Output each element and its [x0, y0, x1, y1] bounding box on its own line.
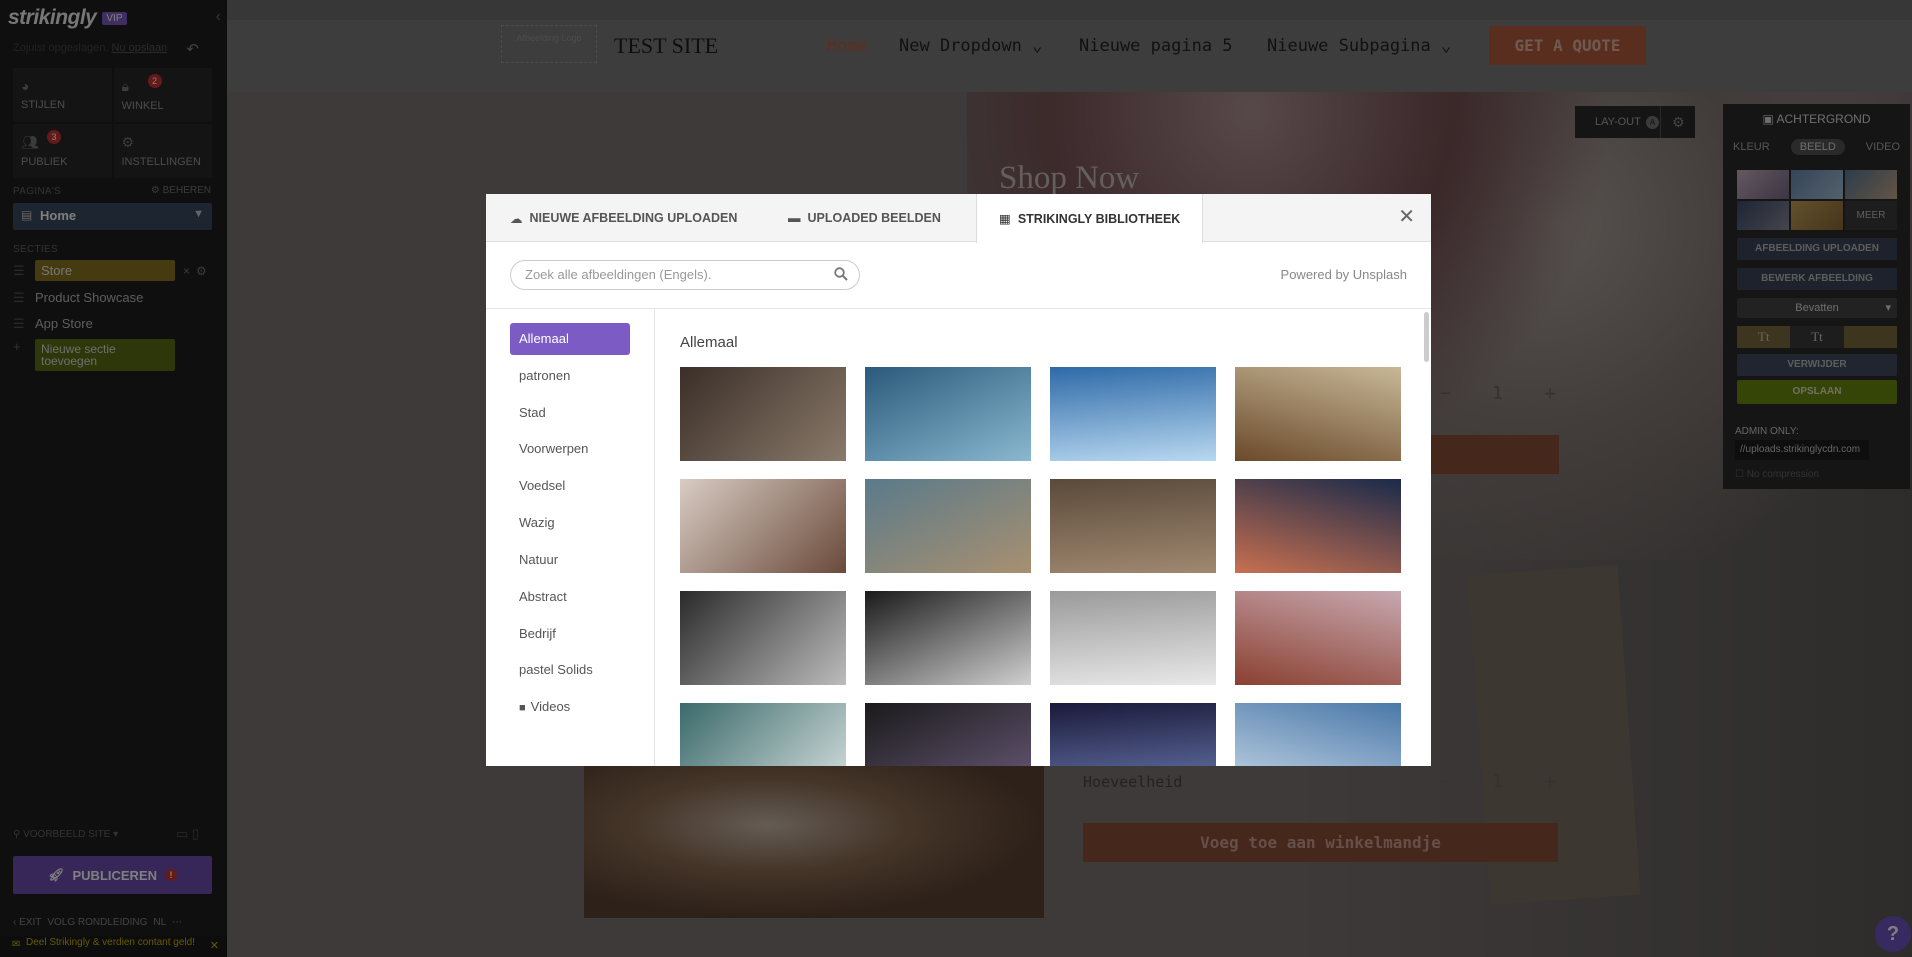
- scrollbar[interactable]: [1424, 312, 1429, 362]
- category-voedsel[interactable]: Voedsel: [510, 470, 630, 502]
- thumbnail-blue-skyscrapers[interactable]: [865, 367, 1031, 461]
- thumbnail-ferris-wheel-sky[interactable]: [1050, 367, 1216, 461]
- tab-strikingly-library[interactable]: ▦ STRIKINGLY BIBLIOTHEEK: [976, 194, 1204, 243]
- powered-by-unsplash[interactable]: Powered by Unsplash: [1281, 267, 1407, 282]
- search-placeholder: Zoek alle afbeeldingen (Engels).: [525, 267, 712, 282]
- tab-label: STRIKINGLY BIBLIOTHEEK: [1017, 211, 1181, 226]
- tab-label: NIEUWE AFBEELDING UPLOADEN: [529, 211, 738, 225]
- thumbnail-bicycle-alley[interactable]: [680, 479, 846, 573]
- thumbnail-light-trails-highway[interactable]: [1235, 479, 1401, 573]
- folder-icon: ▬: [788, 211, 801, 225]
- modal-tabs: ☁ NIEUWE AFBEELDING UPLOADEN ▬ UPLOADED …: [486, 194, 1431, 243]
- category-allemaal[interactable]: Allemaal: [510, 323, 630, 355]
- tab-upload-new-image[interactable]: ☁ NIEUWE AFBEELDING UPLOADEN: [488, 194, 759, 242]
- thumbnail-golden-gate-bridge[interactable]: [1235, 367, 1401, 461]
- thumbnail-foggy-skyline-bw[interactable]: [1050, 591, 1216, 685]
- thumbnail-steel-bridge-arches[interactable]: [865, 479, 1031, 573]
- category-list: Allemaal patronen Stad Voorwerpen Voedse…: [486, 309, 655, 766]
- tab-label: UPLOADED BEELDEN: [807, 211, 941, 225]
- thumbnail-waterfront-city[interactable]: [1235, 703, 1401, 766]
- image-library-modal: ☁ NIEUWE AFBEELDING UPLOADEN ▬ UPLOADED …: [486, 194, 1431, 766]
- cloud-upload-icon: ☁: [510, 211, 523, 226]
- thumbnail-dark-tower-corner[interactable]: [865, 703, 1031, 766]
- thumbnail-city-street-buildings[interactable]: [680, 367, 846, 461]
- thumbnail-hazy-city-skyline[interactable]: [1050, 479, 1216, 573]
- tab-uploaded-images[interactable]: ▬ UPLOADED BEELDEN: [766, 194, 963, 242]
- close-icon[interactable]: ✕: [1398, 207, 1415, 227]
- category-pastel-solids[interactable]: pastel Solids: [510, 654, 630, 686]
- thumbnail-blue-glass-facade[interactable]: [1050, 703, 1216, 766]
- category-patronen[interactable]: patronen: [510, 360, 630, 392]
- search-input[interactable]: Zoek alle afbeeldingen (Engels).: [510, 260, 860, 290]
- search-icon[interactable]: [834, 267, 848, 281]
- gallery-heading: Allemaal: [680, 334, 738, 351]
- category-stad[interactable]: Stad: [510, 397, 630, 429]
- category-videos[interactable]: ■ Videos: [510, 691, 630, 723]
- category-voorwerpen[interactable]: Voorwerpen: [510, 433, 630, 465]
- category-natuur[interactable]: Natuur: [510, 544, 630, 576]
- category-abstract[interactable]: Abstract: [510, 581, 630, 613]
- video-camera-icon: ■: [519, 702, 526, 714]
- category-bedrijf[interactable]: Bedrijf: [510, 618, 630, 650]
- category-label: Videos: [530, 699, 571, 714]
- thumbnail-colorful-mural-building[interactable]: [1235, 591, 1401, 685]
- thumbnail-tower-looking-up-bw[interactable]: [865, 591, 1031, 685]
- thumbnail-glass-gherkin-tower[interactable]: [680, 703, 846, 766]
- thumbnail-subway-platform-bw[interactable]: [680, 591, 846, 685]
- library-icon: ▦: [999, 212, 1011, 226]
- category-wazig[interactable]: Wazig: [510, 507, 630, 539]
